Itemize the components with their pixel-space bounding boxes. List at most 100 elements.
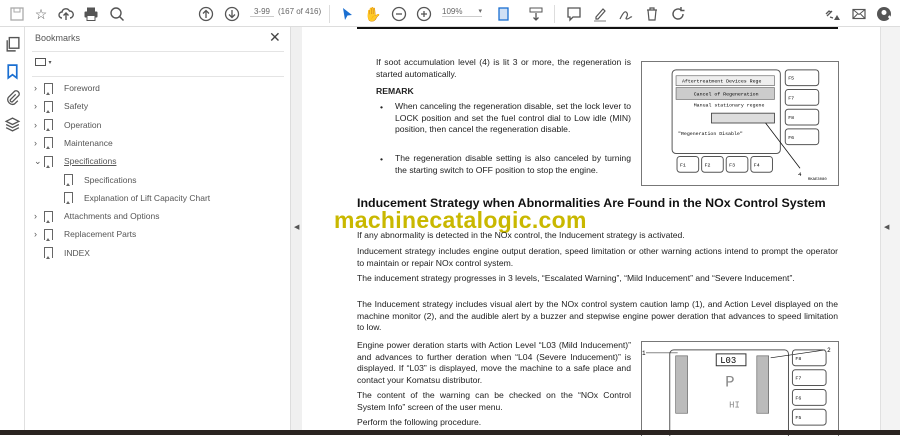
fit-page-icon[interactable] — [495, 5, 513, 23]
bookmark-item[interactable]: › Maintenance — [34, 136, 113, 150]
bookmark-label: Safety — [64, 101, 89, 112]
hand-icon[interactable]: ✋ — [364, 5, 382, 23]
zoom-in-icon[interactable] — [415, 5, 433, 23]
chevron-right-icon[interactable]: › — [34, 101, 44, 111]
bookmark-label: Foreword — [64, 83, 100, 93]
select-cursor-icon[interactable] — [338, 5, 356, 23]
function-key-label: F8 — [788, 115, 794, 121]
bookmark-label: INDEX — [64, 247, 90, 258]
paragraph: Engine power deration starts with Action… — [357, 340, 631, 385]
sign-icon[interactable] — [617, 5, 635, 23]
bookmark-icon — [44, 228, 53, 241]
paragraph: The Inducement strategy includes visual … — [357, 299, 838, 332]
navigation-pane-strip — [0, 27, 25, 430]
scroll-mode-icon[interactable] — [527, 5, 545, 23]
bookmark-label: Attachments and Options — [64, 211, 160, 222]
bookmark-icon — [44, 247, 53, 260]
bookmark-label: Explanation of Lift Capacity Chart — [84, 192, 211, 203]
close-icon[interactable]: ✕ — [269, 29, 281, 46]
paragraph: Perform the following procedure. — [357, 417, 482, 427]
comment-icon[interactable] — [565, 5, 583, 23]
rotate-icon[interactable] — [669, 5, 687, 23]
bullet: • — [380, 154, 384, 164]
paragraph: If soot accumulation level (4) is lit 3 … — [376, 57, 631, 79]
chevron-right-icon[interactable]: › — [34, 229, 44, 239]
bookmark-options-button[interactable]: ▾ — [35, 56, 52, 66]
bookmark-icon — [44, 119, 53, 132]
bookmark-item[interactable]: › Safety — [34, 99, 88, 113]
zoom-value: 109% — [442, 7, 463, 16]
monitor-figure-regeneration: Aftertreatment Devices Rege Cancel of Re… — [641, 61, 839, 186]
bookmark-icon — [44, 100, 53, 113]
callout: 1 — [642, 350, 646, 357]
chevron-right-icon[interactable]: › — [34, 211, 44, 221]
bookmark-item[interactable]: › Operation — [34, 118, 101, 132]
bookmark-label: Operation — [64, 119, 102, 130]
bookmark-item[interactable]: › Foreword — [34, 81, 100, 95]
find-icon[interactable] — [108, 5, 126, 23]
remark-bullet: When canceling the regeneration disable,… — [395, 101, 631, 134]
delete-icon[interactable] — [643, 5, 661, 23]
layers-icon[interactable] — [4, 116, 21, 133]
highlight-icon[interactable] — [591, 5, 609, 23]
callout: 4 — [798, 171, 802, 178]
list-options-icon — [35, 57, 46, 66]
bookmarks-panel: Bookmarks ✕ ▾ › Foreword › Safety › Operation… — [26, 27, 290, 430]
email-icon[interactable] — [850, 5, 868, 23]
chevron-right-icon[interactable]: › — [34, 120, 44, 130]
panel-collapse-strip[interactable]: ◀ — [290, 27, 302, 430]
bookmark-icon — [44, 82, 53, 95]
next-page-icon[interactable] — [223, 5, 241, 23]
callout: 2 — [827, 347, 831, 354]
bookmarks-icon[interactable] — [4, 63, 21, 80]
bookmark-star-icon[interactable]: ☆ — [32, 5, 50, 23]
upload-cloud-icon[interactable] — [57, 5, 75, 23]
bookmark-icon — [44, 137, 53, 150]
bullet: • — [380, 102, 384, 112]
page-thumbnails-icon[interactable] — [4, 36, 21, 53]
monitor-figure-inducement: L03 P HI 1 2 F8 F7 F6 F5 — [641, 341, 839, 436]
function-key-label: F5 — [788, 76, 794, 82]
share-link-icon[interactable] — [823, 5, 841, 23]
account-icon[interactable] — [875, 5, 893, 23]
chevron-down-icon[interactable]: ⌄ — [34, 156, 44, 167]
bookmark-item[interactable]: › Replacement Parts — [34, 227, 136, 241]
attachments-icon[interactable] — [4, 89, 21, 106]
divider — [32, 76, 284, 77]
bookmark-item[interactable]: Specifications — [64, 173, 136, 187]
page-number-input[interactable]: 3-99 — [250, 7, 274, 17]
function-key-label: F8 — [795, 356, 801, 362]
bookmark-item[interactable]: › Attachments and Options — [34, 209, 159, 223]
zoom-level-select[interactable]: 109% ▾ — [442, 7, 482, 17]
chevron-down-icon: ▾ — [48, 60, 52, 66]
bookmark-item[interactable]: Explanation of Lift Capacity Chart — [64, 191, 210, 205]
function-key-label: F4 — [754, 162, 760, 168]
taskbar-edge — [0, 430, 900, 435]
prev-page-icon[interactable] — [197, 5, 215, 23]
chevron-right-icon[interactable]: › — [34, 138, 44, 148]
function-key-label: F7 — [795, 376, 801, 382]
bookmark-icon — [44, 210, 53, 223]
zoom-out-icon[interactable] — [390, 5, 408, 23]
collapse-arrow-icon[interactable]: ◀ — [294, 223, 299, 231]
save-icon[interactable] — [8, 5, 26, 23]
bookmark-label: Specifications — [84, 174, 137, 185]
print-icon[interactable] — [82, 5, 100, 23]
bookmark-item[interactable]: INDEX — [34, 246, 90, 260]
paragraph: The inducement strategy progresses in 3 … — [357, 273, 795, 283]
chevron-down-icon: ▾ — [478, 8, 482, 15]
fig-text: Manual stationary regene — [694, 102, 765, 108]
function-key-label: F2 — [705, 162, 711, 168]
bookmark-icon — [64, 192, 73, 205]
fig-text: "Regeneration Disable" — [678, 131, 743, 137]
bookmark-label: Replacement Parts — [64, 229, 137, 240]
bookmark-item[interactable]: ⌄ Specifications — [34, 154, 116, 168]
paragraph: Inducement strategy includes engine outp… — [357, 246, 838, 268]
fig-text: Aftertreatment Devices Rege — [682, 79, 762, 85]
vertical-scrollbar[interactable]: ◀ — [880, 27, 900, 430]
chevron-right-icon[interactable]: › — [34, 83, 44, 93]
scroll-arrow-icon[interactable]: ◀ — [884, 223, 889, 231]
toolbar: ☆ 3-99 (167 of 416) ✋ 109% ▾ — [0, 0, 900, 27]
function-key-label: F6 — [795, 395, 801, 401]
figure-code: RKAE3080 — [808, 178, 827, 182]
